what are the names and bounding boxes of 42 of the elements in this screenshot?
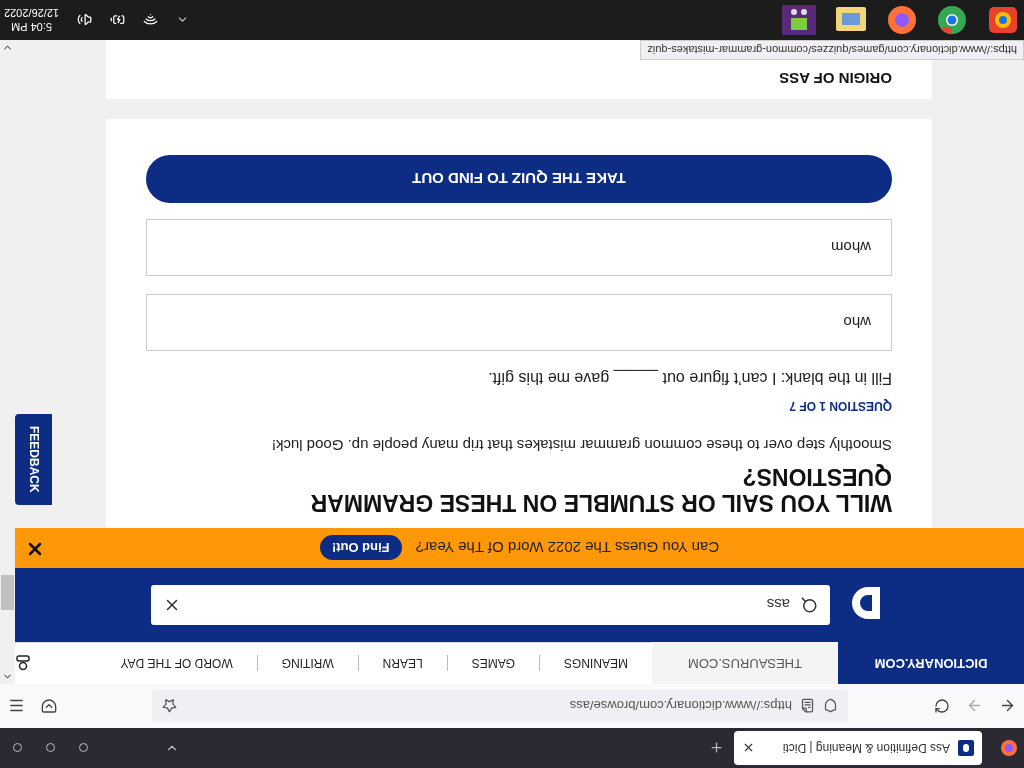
- search-value: ass: [765, 596, 790, 614]
- robot-icon[interactable]: [782, 5, 816, 35]
- volume-icon[interactable]: [77, 12, 93, 28]
- question-text: Fill in the blank: I can’t figure out _____ gave me this gift.: [487, 369, 892, 387]
- nav-link[interactable]: LEARN: [358, 655, 448, 672]
- clock[interactable]: 5:04 PM 12/26/2022: [4, 6, 60, 34]
- time-text: 5:04 PM: [11, 20, 52, 34]
- answer-option[interactable]: whom: [146, 219, 892, 276]
- site-tab[interactable]: DICTIONARY.COM: [838, 642, 1024, 685]
- answer-option[interactable]: who: [146, 294, 892, 351]
- nav-link[interactable]: WRITING: [257, 655, 359, 672]
- status-url: https://www.dictionary.com/games/quizzes/common-grammar-mistakes-quiz: [640, 40, 1024, 60]
- search-icon: [800, 596, 818, 614]
- question-counter: QUESTION 1 OF 7: [788, 399, 892, 413]
- banner-text: Can You Guess The 2022 Word Of The Year?: [415, 539, 720, 557]
- take-quiz-button[interactable]: TAKE THE QUIZ TO FIND OUT: [146, 155, 892, 203]
- nav-link[interactable]: WORD OF THE DAY: [96, 655, 258, 672]
- browser-tab[interactable]: Ass Definition & Meaning | Dicti: [734, 731, 982, 765]
- new-tab-icon[interactable]: [709, 740, 724, 756]
- feedback-tab[interactable]: FEEDBACK: [15, 414, 52, 505]
- date-text: 12/26/2022: [4, 6, 60, 20]
- search-field[interactable]: ass: [151, 585, 830, 625]
- shield-icon: [823, 698, 838, 714]
- url-text: https://www.dictionary.com/browse/ass: [568, 698, 792, 714]
- nav-link[interactable]: MEANINGS: [540, 655, 652, 672]
- url-field[interactable]: https://www.dictionary.com/browse/ass: [152, 690, 848, 722]
- browser-logo-icon[interactable]: [1000, 739, 1018, 757]
- star-icon[interactable]: [162, 698, 177, 714]
- quiz-description: Smoothly step over to these common grammar mistakes that trip many people up. Good luck!: [270, 437, 892, 454]
- tab-title: Ass Definition & Meaning | Dicti: [781, 741, 950, 755]
- nav-link[interactable]: GAMES: [447, 655, 540, 672]
- network-icon[interactable]: [143, 12, 159, 28]
- browser-icon[interactable]: [986, 5, 1020, 35]
- person-icon[interactable]: [15, 655, 31, 672]
- scrollbar-thumb[interactable]: [1, 575, 14, 610]
- site-tab[interactable]: THESAURUS.COM: [652, 642, 838, 685]
- section-heading: ORIGIN OF ASS: [778, 70, 892, 87]
- reload-icon[interactable]: [934, 698, 950, 714]
- quiz-title: WILL YOU SAIL OR STUMBLE ON THESE GRAMMAR QUESTIONS?: [309, 464, 892, 516]
- find-out-button[interactable]: Find Out!: [319, 535, 402, 561]
- page-icon: [800, 698, 815, 714]
- site-favicon-icon: [958, 740, 974, 756]
